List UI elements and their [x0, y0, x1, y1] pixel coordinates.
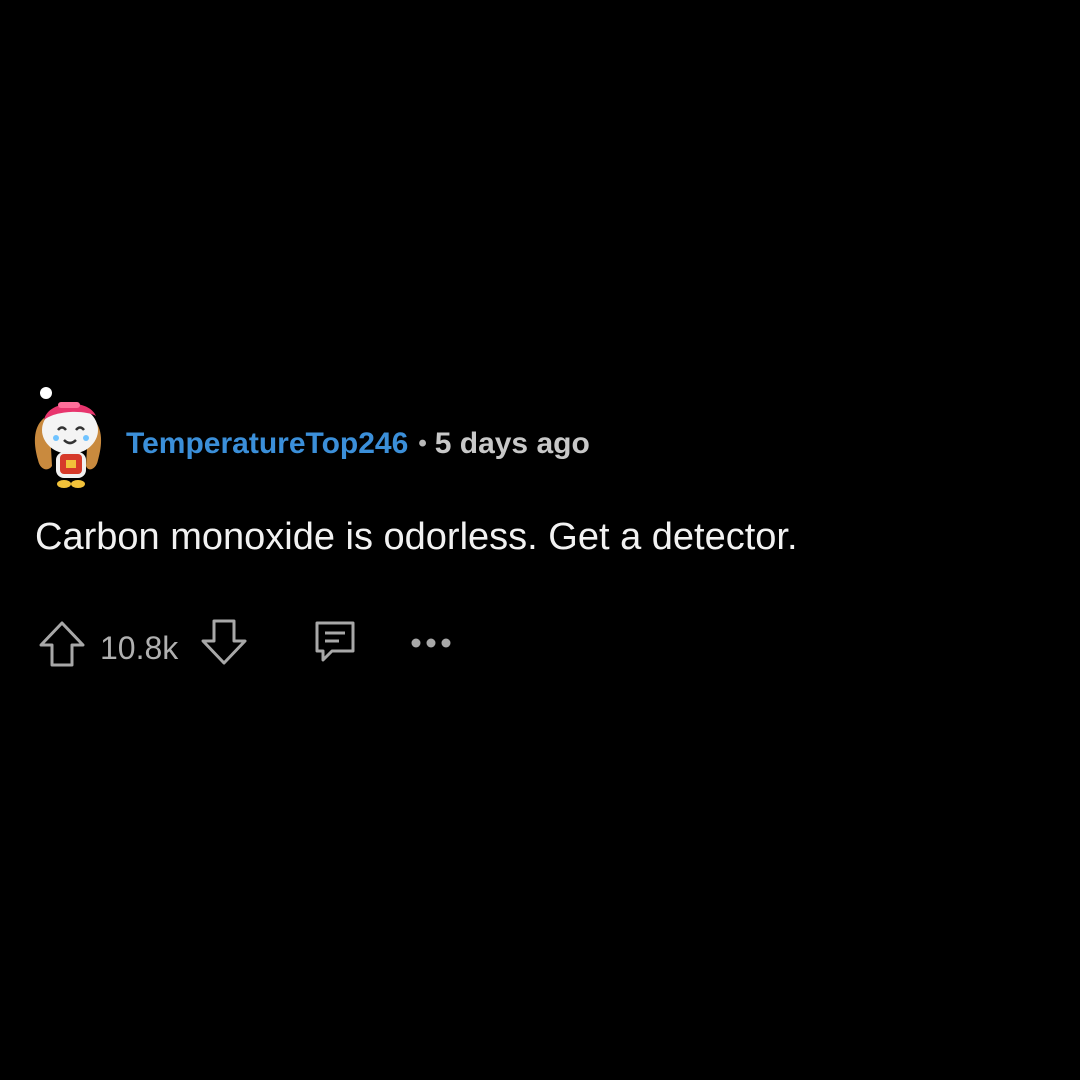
separator-dot: • [418, 430, 427, 457]
upvote-button[interactable] [36, 618, 88, 670]
comment-header: TemperatureTop246 • 5 days ago [126, 424, 590, 464]
vote-score: 10.8k [100, 630, 179, 666]
reply-button[interactable] [312, 618, 358, 664]
comment-bubble-icon [315, 621, 355, 662]
downvote-button[interactable] [198, 616, 250, 668]
username-link[interactable]: TemperatureTop246 [126, 427, 408, 461]
user-avatar[interactable] [30, 380, 110, 492]
arrow-up-icon [39, 621, 85, 667]
ellipsis-icon [411, 638, 451, 648]
snoo-avatar-icon [34, 387, 102, 488]
comment-body: Carbon monoxide is odorless. Get a detec… [35, 516, 798, 558]
more-options-button[interactable] [408, 626, 454, 660]
comment-card: TemperatureTop246 • 5 days ago Carbon mo… [0, 0, 1080, 1080]
arrow-down-icon [201, 619, 247, 665]
timestamp: 5 days ago [434, 427, 590, 460]
